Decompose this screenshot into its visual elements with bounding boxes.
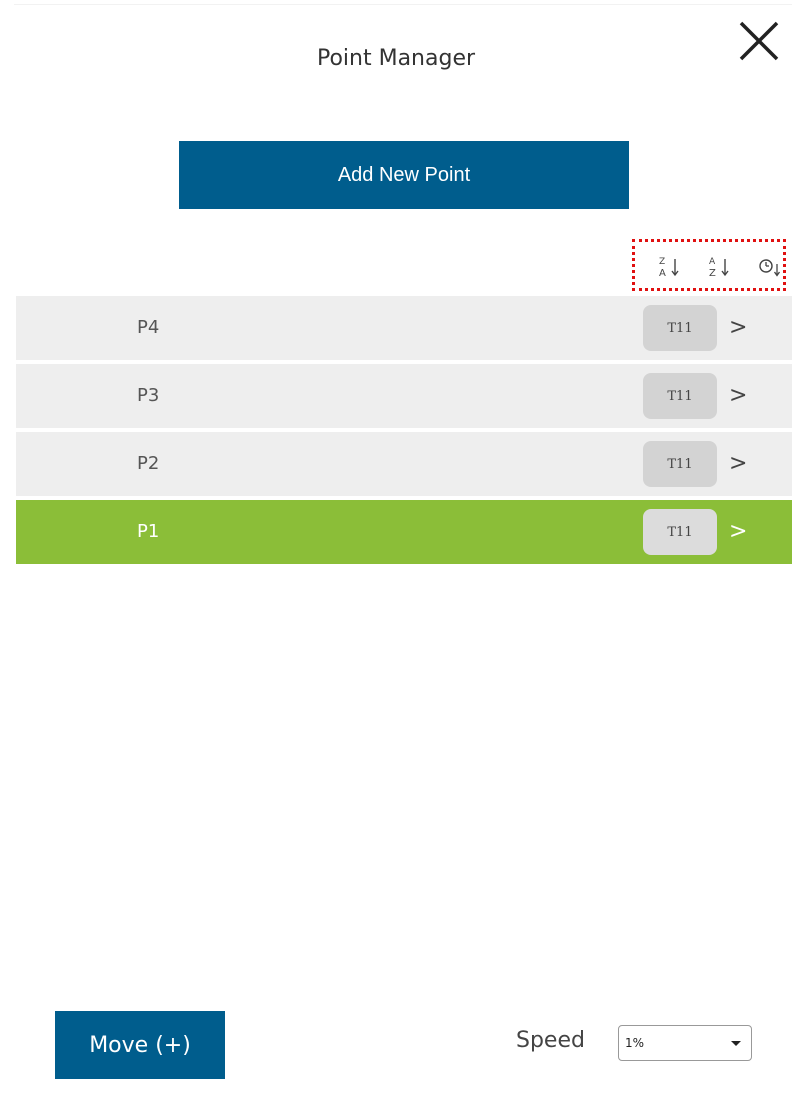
move-button[interactable]: Move (+): [55, 1011, 225, 1079]
point-row-p3[interactable]: P3 T11 >: [16, 364, 792, 428]
chevron-right-icon[interactable]: >: [729, 500, 747, 564]
close-icon[interactable]: [732, 14, 786, 68]
chevron-right-icon[interactable]: >: [729, 296, 747, 360]
point-list: P4 T11 > P3 T11 > P2 T11 > P1 T11 >: [16, 296, 792, 568]
svg-text:Z: Z: [659, 257, 665, 267]
sort-a-z-icon[interactable]: A Z: [706, 254, 734, 280]
point-label: P3: [137, 385, 160, 406]
point-label: P4: [137, 317, 160, 338]
point-row-p2[interactable]: P2 T11 >: [16, 432, 792, 496]
svg-text:A: A: [659, 268, 666, 279]
tool-badge[interactable]: T11: [643, 441, 717, 487]
svg-text:Z: Z: [709, 268, 716, 279]
top-divider: [14, 4, 792, 5]
tool-badge[interactable]: T11: [643, 373, 717, 419]
chevron-down-icon[interactable]: [731, 1041, 741, 1046]
point-manager-panel: Point Manager Add New Point Z A A Z P4 T…: [0, 0, 792, 1103]
point-row-p1[interactable]: P1 T11 >: [16, 500, 792, 564]
speed-value: 1%: [625, 1036, 645, 1050]
add-new-point-button[interactable]: Add New Point: [179, 141, 629, 209]
speed-label: Speed: [516, 1028, 585, 1053]
point-row-p4[interactable]: P4 T11 >: [16, 296, 792, 360]
point-label: P1: [137, 521, 160, 542]
page-title: Point Manager: [316, 46, 476, 71]
svg-text:A: A: [709, 257, 716, 267]
tool-badge[interactable]: T11: [643, 509, 717, 555]
tool-badge[interactable]: T11: [643, 305, 717, 351]
sort-z-a-icon[interactable]: Z A: [656, 254, 684, 280]
chevron-right-icon[interactable]: >: [729, 432, 747, 496]
chevron-right-icon[interactable]: >: [729, 364, 747, 428]
sort-time-icon[interactable]: [756, 254, 784, 280]
point-label: P2: [137, 453, 160, 474]
speed-select[interactable]: 1%: [618, 1025, 752, 1061]
